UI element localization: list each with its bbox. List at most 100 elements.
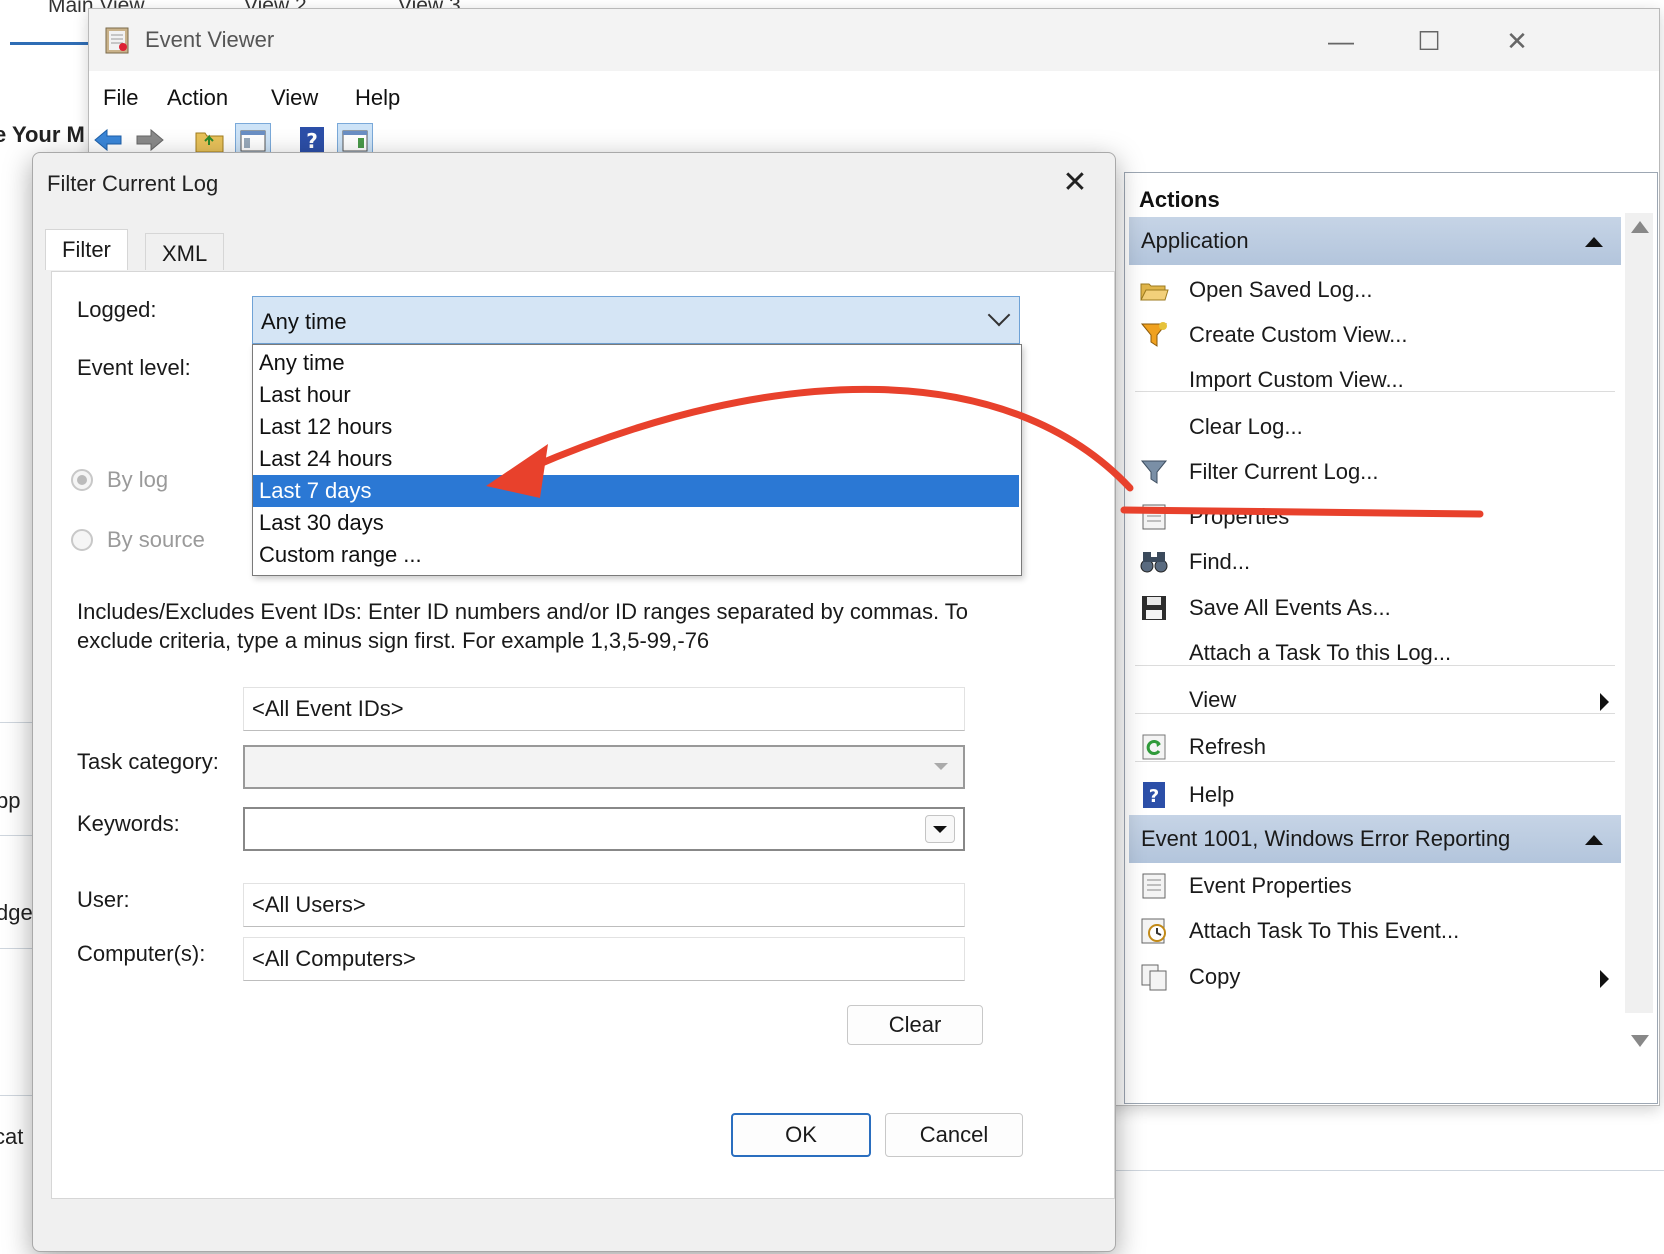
title-bar: Event Viewer — ☐ ✕ [89, 9, 1659, 71]
window-title: Event Viewer [145, 27, 275, 52]
action-label: Copy [1189, 964, 1241, 989]
action-label: Clear Log... [1189, 414, 1303, 439]
minimize-button[interactable]: — [1321, 21, 1361, 61]
task-category-combo[interactable] [243, 745, 965, 789]
help-icon: ? [1139, 780, 1169, 810]
computers-input[interactable] [243, 937, 965, 981]
chevron-down-icon[interactable] [925, 815, 955, 843]
dropdown-option-selected[interactable]: Last 7 days [253, 475, 1019, 507]
bg-fragment-2: pp [0, 788, 21, 813]
by-source-radio[interactable] [71, 529, 93, 551]
action-filter-current-log[interactable]: Filter Current Log... [1135, 449, 1621, 495]
menu-file[interactable]: File [103, 85, 138, 111]
by-log-radio[interactable] [71, 469, 93, 491]
action-event-properties[interactable]: Event Properties [1135, 863, 1621, 909]
open-folder-icon [1139, 275, 1169, 305]
logged-value: Any time [261, 309, 347, 334]
action-import-custom-view[interactable]: Import Custom View... [1135, 357, 1621, 403]
tab-xml[interactable]: XML [145, 233, 225, 270]
actions-scrollbar[interactable] [1625, 213, 1653, 1013]
close-button[interactable]: ✕ [1497, 21, 1537, 61]
logged-label: Logged: [77, 297, 157, 322]
action-label: Attach Task To This Event... [1189, 918, 1460, 943]
dropdown-option[interactable]: Custom range ... [253, 539, 1019, 571]
actions-pane-title: Actions [1139, 187, 1220, 212]
action-properties[interactable]: Properties [1135, 494, 1621, 540]
bg-fragment-3: dge [0, 900, 33, 925]
event-ids-input[interactable] [243, 687, 965, 731]
menu-action[interactable]: Action [167, 85, 228, 111]
event-viewer-app-icon [103, 25, 131, 55]
svg-text:?: ? [306, 129, 318, 153]
action-view-submenu[interactable]: View [1135, 677, 1621, 723]
dialog-close-button[interactable]: ✕ [1055, 163, 1095, 203]
tab-filter[interactable]: Filter [45, 229, 128, 270]
section-header-application[interactable]: Application [1129, 217, 1621, 265]
action-label: Properties [1189, 504, 1290, 529]
action-separator [1135, 391, 1615, 392]
action-label: Create Custom View... [1189, 322, 1408, 347]
keywords-combo[interactable] [243, 807, 965, 851]
collapse-caret-icon[interactable] [1585, 835, 1603, 845]
svg-text:?: ? [1149, 786, 1159, 807]
dropdown-option[interactable]: Last 30 days [253, 507, 1019, 539]
menu-help[interactable]: Help [355, 85, 400, 111]
action-copy-submenu[interactable]: Copy [1135, 954, 1621, 1000]
action-label: Event Properties [1189, 873, 1352, 898]
bg-divider [0, 835, 34, 836]
dropdown-option[interactable]: Last 24 hours [253, 443, 1019, 475]
user-input[interactable] [243, 883, 965, 927]
actions-pane: Actions Application Open Saved Log... Cr… [1124, 172, 1658, 1104]
bg-divider [1114, 1170, 1664, 1171]
section-header-event-1001[interactable]: Event 1001, Windows Error Reporting [1129, 815, 1621, 863]
section-header-label: Event 1001, Windows Error Reporting [1141, 826, 1511, 851]
properties-icon [1139, 502, 1169, 532]
action-create-custom-view[interactable]: Create Custom View... [1135, 312, 1621, 358]
ok-button[interactable]: OK [731, 1113, 871, 1157]
action-label: Help [1189, 782, 1235, 807]
action-label: Import Custom View... [1189, 367, 1404, 392]
logged-combo[interactable]: Any time [252, 296, 1020, 344]
save-disk-icon [1139, 593, 1169, 623]
dropdown-option[interactable]: Any time [253, 347, 1019, 379]
action-attach-task-to-log[interactable]: Attach a Task To this Log... [1135, 630, 1621, 676]
menu-view[interactable]: View [271, 85, 318, 111]
action-refresh[interactable]: Refresh [1135, 724, 1621, 770]
chevron-down-icon [987, 303, 1011, 327]
dialog-title: Filter Current Log [47, 171, 219, 196]
action-save-all-events-as[interactable]: Save All Events As... [1135, 585, 1621, 631]
bg-divider [0, 722, 34, 723]
bg-tab-underline [10, 42, 90, 45]
collapse-caret-icon[interactable] [1585, 237, 1603, 247]
logged-dropdown-list: Any time Last hour Last 12 hours Last 24… [252, 344, 1022, 576]
action-label: Open Saved Log... [1189, 277, 1373, 302]
action-label: Refresh [1189, 734, 1267, 759]
action-clear-log[interactable]: Clear Log... [1135, 404, 1621, 450]
copy-icon [1139, 962, 1169, 992]
action-label: Filter Current Log... [1189, 459, 1379, 484]
action-separator [1135, 713, 1615, 714]
action-help[interactable]: ? Help [1135, 772, 1621, 818]
action-label: Find... [1189, 549, 1251, 574]
scroll-down-arrow-icon[interactable] [1631, 1035, 1649, 1047]
user-label: User: [77, 887, 130, 912]
bg-divider [0, 1095, 34, 1096]
task-category-label: Task category: [77, 749, 219, 774]
dropdown-option[interactable]: Last 12 hours [253, 411, 1019, 443]
properties-icon [1139, 871, 1169, 901]
action-attach-task-to-event[interactable]: Attach Task To This Event... [1135, 908, 1621, 954]
dropdown-option[interactable]: Last hour [253, 379, 1019, 411]
cancel-button[interactable]: Cancel [885, 1113, 1023, 1157]
section-header-label: Application [1141, 228, 1249, 253]
keywords-label: Keywords: [77, 811, 180, 836]
action-find[interactable]: Find... [1135, 539, 1621, 585]
chevron-down-icon [927, 753, 955, 779]
scroll-up-arrow-icon[interactable] [1631, 221, 1649, 233]
action-open-saved-log[interactable]: Open Saved Log... [1135, 267, 1621, 313]
clear-button[interactable]: Clear [847, 1005, 983, 1045]
refresh-icon [1139, 732, 1169, 762]
by-source-label: By source [107, 527, 205, 552]
maximize-button[interactable]: ☐ [1409, 21, 1449, 61]
action-label: View [1189, 687, 1237, 712]
bg-fragment-4: cat [0, 1124, 24, 1149]
